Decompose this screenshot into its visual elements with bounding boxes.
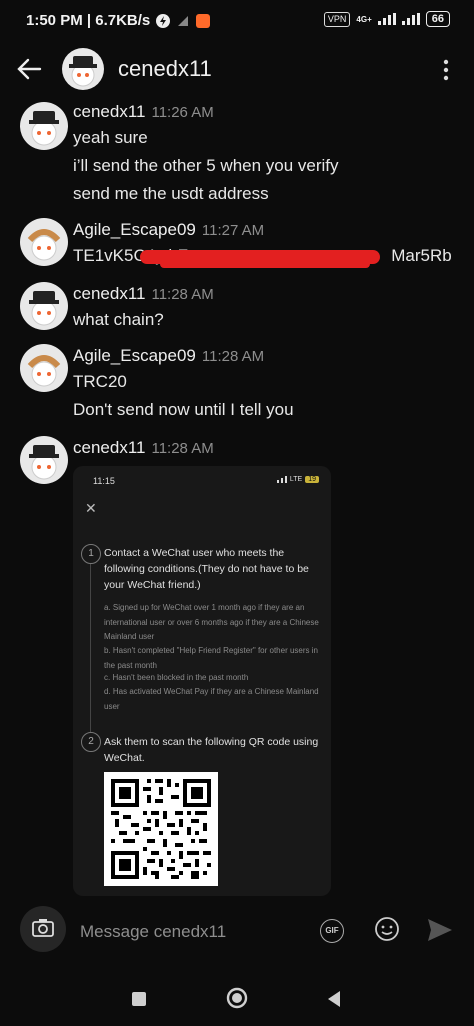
attachment-battery: 19	[305, 476, 319, 483]
snoo-avatar-icon	[27, 355, 61, 387]
camera-button[interactable]	[20, 906, 66, 952]
image-attachment[interactable]: 11:15 LTE 19 ✕ 1 Contact a WeChat user w…	[73, 466, 331, 896]
lightning-icon	[156, 13, 171, 28]
step-connector	[90, 564, 91, 732]
message-author[interactable]: Agile_Escape09 11:28 AM	[73, 346, 264, 366]
step-number: 2	[81, 732, 101, 752]
app-notification-icon	[196, 13, 211, 28]
signal-icon	[276, 476, 287, 483]
avatar[interactable]	[20, 102, 68, 150]
avatar[interactable]	[20, 282, 68, 330]
snoo-avatar-icon	[29, 445, 59, 480]
back-arrow-icon[interactable]	[14, 54, 44, 84]
status-time-speed: 1:50 PM | 6.7KB/s	[26, 12, 151, 29]
chat-header: cenedx11	[0, 44, 474, 96]
avatar[interactable]	[20, 344, 68, 392]
attachment-status-right: LTE 19	[276, 476, 319, 483]
username[interactable]: Agile_Escape09	[73, 346, 196, 365]
avatar[interactable]	[20, 218, 68, 266]
status-bar: 1:50 PM | 6.7KB/s VPN 4G+ 66	[0, 0, 474, 40]
emoji-icon[interactable]	[374, 916, 400, 942]
username[interactable]: cenedx11	[73, 438, 145, 457]
message-text: what chain?	[73, 310, 164, 329]
address-end: Mar5Rb	[391, 246, 452, 265]
chat-avatar[interactable]	[62, 48, 104, 90]
message-author[interactable]: cenedx11 11:28 AM	[73, 438, 214, 458]
message-text: Don't send now until I tell you	[73, 400, 294, 419]
step-number: 1	[81, 544, 101, 564]
message-input[interactable]: Message cenedx11	[80, 922, 226, 942]
nav-back-icon[interactable]	[326, 990, 342, 1008]
chat-title: cenedx11	[118, 56, 212, 81]
timestamp: 11:28 AM	[151, 286, 214, 303]
vpn-badge: VPN	[323, 11, 351, 27]
snoo-avatar-icon	[29, 111, 59, 146]
condition-text: c. Hasn't been blocked in the past month	[104, 673, 249, 682]
condition-text: d. Has activated WeChat Pay if they are …	[104, 687, 319, 711]
snoo-avatar-icon	[29, 291, 59, 326]
snoo-avatar-icon	[27, 229, 61, 261]
redaction-mark	[160, 260, 370, 268]
close-icon: ✕	[85, 500, 97, 516]
signal-2-icon	[401, 13, 420, 25]
message-author[interactable]: cenedx11 11:26 AM	[73, 102, 214, 122]
message-text: i’ll send the other 5 when you verify	[73, 156, 339, 175]
signal-icon	[377, 13, 396, 25]
gif-icon[interactable]: GIF	[320, 919, 344, 943]
avatar[interactable]	[20, 436, 68, 484]
qr-pattern	[111, 779, 211, 879]
condition-text: b. Hasn't completed "Help Friend Registe…	[104, 646, 318, 670]
condition-text: a. Signed up for WeChat over 1 month ago…	[104, 603, 319, 641]
step-title: Contact a WeChat user who meets the foll…	[104, 547, 309, 591]
message-text: yeah sure	[73, 128, 148, 147]
timestamp: 11:26 AM	[151, 104, 214, 121]
timestamp: 11:28 AM	[201, 348, 265, 365]
network-label: 4G+	[356, 14, 372, 24]
timestamp: 11:27 AM	[201, 222, 265, 239]
timestamp: 11:28 AM	[151, 440, 214, 457]
attachment-status-time: 11:15	[93, 476, 115, 486]
no-signal-icon	[178, 15, 189, 26]
step-title: Ask them to scan the following QR code u…	[104, 736, 319, 764]
message-text: TRC20	[73, 372, 127, 391]
message-author[interactable]: Agile_Escape09 11:27 AM	[73, 220, 264, 240]
username[interactable]: cenedx11	[73, 102, 145, 121]
qr-code	[104, 772, 218, 886]
username[interactable]: Agile_Escape09	[73, 220, 196, 239]
send-icon[interactable]	[426, 917, 454, 943]
message-author[interactable]: cenedx11 11:28 AM	[73, 284, 214, 304]
snoo-avatar-icon	[69, 56, 97, 87]
more-vert-icon[interactable]	[436, 56, 456, 84]
battery-indicator: 66	[425, 11, 450, 27]
camera-icon	[32, 919, 54, 937]
message-composer: Message cenedx11 GIF	[0, 902, 474, 966]
message-text: send me the usdt address	[73, 184, 269, 203]
nav-recents-icon[interactable]	[132, 992, 146, 1006]
username[interactable]: cenedx11	[73, 284, 145, 303]
attachment-network: LTE	[289, 476, 303, 483]
system-nav-bar	[0, 978, 474, 1018]
status-right: VPN 4G+ 66	[323, 11, 450, 27]
status-left: 1:50 PM | 6.7KB/s	[26, 12, 211, 29]
nav-home-icon[interactable]	[226, 987, 248, 1009]
